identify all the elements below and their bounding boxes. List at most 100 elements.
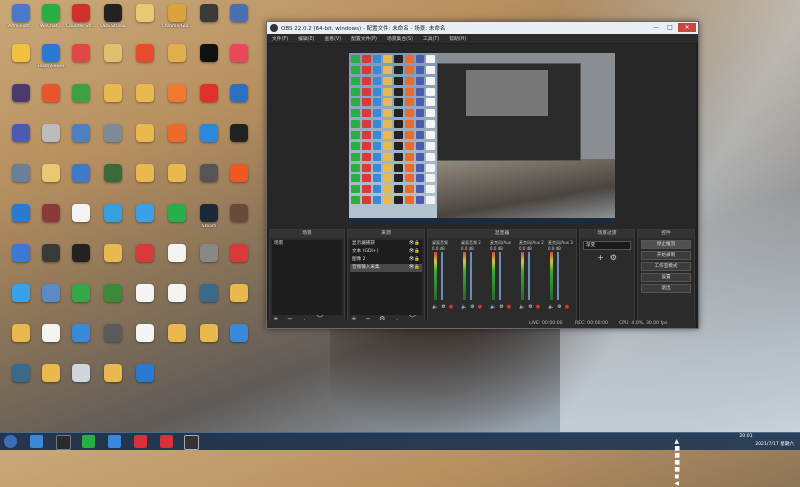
desktop-icon[interactable]: [160, 44, 194, 84]
desktop-icon[interactable]: [34, 324, 68, 364]
desktop-icon[interactable]: Steam: [192, 204, 226, 244]
gear-icon[interactable]: ⚙: [499, 304, 503, 310]
desktop-icon[interactable]: OBS Studio: [96, 4, 130, 44]
desktop-icon[interactable]: [192, 324, 226, 364]
desktop-icon[interactable]: [34, 164, 68, 204]
stop-streaming-button[interactable]: 停止推流: [641, 240, 691, 249]
desktop-icon[interactable]: [96, 324, 130, 364]
taskbar-app-icon[interactable]: [160, 435, 173, 448]
desktop-icon[interactable]: Chrome/Glo...: [160, 4, 194, 44]
desktop-icon[interactable]: Counter-Str...: [64, 4, 98, 44]
speaker-icon[interactable]: 🔈: [461, 304, 467, 310]
volume-fader[interactable]: [499, 252, 501, 300]
volume-fader[interactable]: [528, 252, 530, 300]
transition-select[interactable]: 渐变: [583, 241, 631, 250]
scene-item[interactable]: 场景: [272, 240, 342, 248]
taskbar-app-icon[interactable]: [108, 435, 121, 448]
desktop-icon[interactable]: [4, 204, 38, 244]
gear-icon[interactable]: ⚙: [470, 304, 474, 310]
desktop-icon[interactable]: [160, 324, 194, 364]
desktop-icon[interactable]: [64, 364, 98, 404]
desktop-icon[interactable]: [34, 204, 68, 244]
gear-icon[interactable]: ⚙: [557, 304, 561, 310]
desktop-icon[interactable]: [4, 164, 38, 204]
clock-date[interactable]: 2021/7/17 星期六: [714, 441, 794, 447]
mute-icon[interactable]: ●: [536, 304, 540, 310]
desktop-icon[interactable]: [222, 84, 256, 124]
desktop-icon[interactable]: [160, 204, 194, 244]
desktop-icon[interactable]: [96, 364, 130, 404]
preview-canvas[interactable]: [349, 53, 615, 224]
desktop-icon[interactable]: [160, 164, 194, 204]
speaker-icon[interactable]: 🔈: [548, 304, 554, 310]
desktop-icon[interactable]: [160, 244, 194, 284]
desktop-icon[interactable]: [128, 244, 162, 284]
desktop-icon[interactable]: [222, 124, 256, 164]
desktop-icon[interactable]: [192, 44, 226, 84]
menu-help[interactable]: 帮助(H): [449, 35, 466, 42]
desktop-icon[interactable]: [4, 84, 38, 124]
desktop-icon[interactable]: [4, 124, 38, 164]
desktop-icon[interactable]: [96, 164, 130, 204]
desktop-icon[interactable]: [64, 164, 98, 204]
mute-icon[interactable]: ●: [449, 304, 453, 310]
desktop-icon[interactable]: [34, 364, 68, 404]
maximize-button[interactable]: □: [664, 23, 676, 32]
desktop-icon[interactable]: [160, 124, 194, 164]
menu-file[interactable]: 文件(F): [272, 35, 288, 42]
menu-view[interactable]: 查看(V): [324, 35, 341, 42]
speaker-icon[interactable]: 🔈: [490, 304, 496, 310]
desktop-icon[interactable]: [96, 204, 130, 244]
desktop-icon[interactable]: TeamViewer: [34, 44, 68, 84]
desktop-icon[interactable]: [128, 44, 162, 84]
desktop-icon[interactable]: [128, 4, 162, 44]
desktop-icon[interactable]: [4, 244, 38, 284]
gear-icon[interactable]: ⚙: [441, 304, 445, 310]
transition-settings-button[interactable]: ⚙: [610, 253, 617, 262]
source-item[interactable]: 文本 (GDI+) 👁🔒: [350, 248, 422, 256]
desktop-icon[interactable]: [222, 284, 256, 324]
taskbar-app-icon[interactable]: [134, 435, 147, 448]
desktop-icon[interactable]: [192, 164, 226, 204]
desktop-icon[interactable]: [128, 164, 162, 204]
scenes-list[interactable]: 场景: [272, 240, 342, 315]
desktop-icon[interactable]: [128, 204, 162, 244]
menu-profile[interactable]: 配置文件(P): [351, 35, 377, 42]
menu-edit[interactable]: 编辑(E): [298, 35, 314, 42]
mute-icon[interactable]: ●: [565, 304, 569, 310]
desktop-icon[interactable]: [4, 284, 38, 324]
desktop-icon[interactable]: [64, 284, 98, 324]
desktop-icon[interactable]: [192, 4, 226, 44]
desktop-icon[interactable]: [64, 324, 98, 364]
desktop-icon[interactable]: [34, 284, 68, 324]
desktop-icon[interactable]: [192, 124, 226, 164]
desktop-icon[interactable]: [222, 244, 256, 284]
desktop-icon[interactable]: [96, 284, 130, 324]
close-button[interactable]: ✕: [678, 23, 696, 32]
exit-button[interactable]: 退出: [641, 284, 691, 293]
source-item[interactable]: 显示器捕获 👁🔒: [350, 240, 422, 248]
taskbar-app-icon[interactable]: [56, 435, 71, 450]
desktop-icon[interactable]: [222, 4, 256, 44]
windows-logo-icon[interactable]: [4, 435, 17, 448]
obs-titlebar[interactable]: OBS 22.0.2 (64-bit, windows) - 配置文件: 未命名…: [267, 22, 698, 34]
add-transition-button[interactable]: +: [597, 253, 604, 262]
desktop-icon[interactable]: [192, 84, 226, 124]
desktop-icon[interactable]: [160, 84, 194, 124]
desktop-icon[interactable]: [128, 284, 162, 324]
desktop-icon[interactable]: [96, 244, 130, 284]
desktop-icon[interactable]: [222, 324, 256, 364]
taskbar-app-icon[interactable]: [82, 435, 95, 448]
desktop-icon[interactable]: [96, 84, 130, 124]
desktop-icon[interactable]: [34, 244, 68, 284]
taskbar-app-icon[interactable]: [30, 435, 43, 448]
start-recording-button[interactable]: 开始录制: [641, 251, 691, 260]
sources-list[interactable]: 显示器捕获 👁🔒 文本 (GDI+) 👁🔒 图像 2 👁🔒 音频输入采集 👁🔒: [350, 240, 422, 315]
volume-fader[interactable]: [441, 252, 443, 300]
desktop-icon[interactable]: WeChat...: [34, 4, 68, 44]
menu-tools[interactable]: 工具(T): [423, 35, 439, 42]
desktop-icon[interactable]: Administr...: [4, 4, 38, 44]
desktop-icon[interactable]: [4, 44, 38, 84]
clock-time[interactable]: 20:01: [716, 434, 776, 439]
minimize-button[interactable]: —: [650, 23, 662, 32]
